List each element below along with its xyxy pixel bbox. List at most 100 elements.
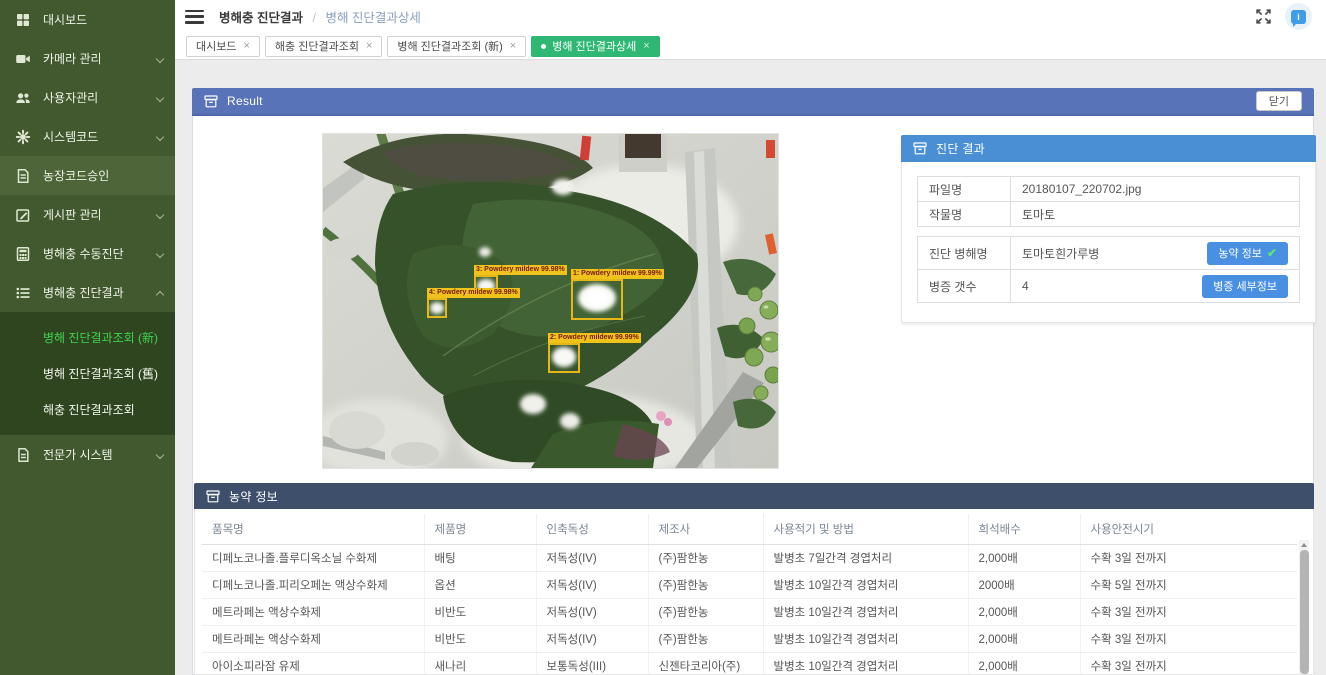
table-cell: 저독성(IV) [536,571,648,598]
active-dot-icon [541,44,546,49]
tab-label: 병해 진단결과상세 [552,38,636,54]
detection-label: 3: Powdery mildew 99.98% [474,265,567,275]
table-cell: 아이소피라잠 유제 [202,652,424,675]
archive-box-icon [206,490,220,503]
pesticide-panel-header: 농약 정보 [194,483,1314,509]
detection-box [571,279,623,320]
sidebar-item-label: 전문가 시스템 [43,446,113,463]
table-row: 병증 갯수4병증 세부정보 [918,270,1300,303]
dashboard-icon [15,12,31,28]
sidebar-item-label: 농장코드승인 [43,167,109,184]
topbar-actions: i [1255,3,1312,30]
sidebar: 대시보드카메라 관리사용자관리시스템코드농장코드승인게시판 관리병해충 수동진단… [0,0,175,675]
table-cell: 저독성(IV) [536,544,648,571]
sidebar-item[interactable]: 대시보드 [0,0,175,39]
tab-close-icon[interactable]: × [366,41,372,52]
breadcrumb-section: 병해충 진단결과 [219,11,303,25]
table-row: 아이소피라잠 유제새나리보통독성(III)신젠타코리아(주)발병초 10일간격 … [202,652,1297,675]
breadcrumb: 병해충 진단결과 / 병해 진단결과상세 [219,7,421,26]
pesticide-info-button[interactable]: 농약 정보✔ [1207,242,1288,265]
symptom-detail-button[interactable]: 병증 세부정보 [1202,275,1288,298]
diagnosis-panel: 진단 결과 파일명20180107_220702.jpg작물명토마토 진단 병해… [901,135,1316,323]
chevron-up-icon [156,290,164,298]
sidebar-subitem[interactable]: 해충 진단결과조회 [0,391,175,427]
topbar: 병해충 진단결과 / 병해 진단결과상세 i [175,0,1326,33]
tab-4[interactable]: 병해 진단결과상세 × [531,36,659,57]
result-panel-body: 1: Powdery mildew 99.99%2: Powdery milde… [192,116,1314,675]
tab-close-icon[interactable]: × [643,41,649,52]
table-header-row: 품목명제품명인축독성제조사사용적기 및 방법희석배수사용안전시기 [202,514,1297,544]
row-label: 작물명 [918,202,1011,227]
tab-close-icon[interactable]: × [510,41,516,52]
sidebar-item[interactable]: 게시판 관리 [0,195,175,234]
table-row: 진단 병해명토마토흰가루병농약 정보✔ [918,237,1300,270]
sidebar-item[interactable]: 농장코드승인 [0,156,175,195]
sidebar-item[interactable]: 사용자관리 [0,78,175,117]
table-cell: 저독성(IV) [536,598,648,625]
table-cell: 비반도 [424,598,536,625]
pesticide-panel: 농약 정보 품목명제품명인축독성제조사사용적기 및 방법희석배수사용안전시기디페… [194,483,1314,675]
system-code-icon [15,129,31,145]
table-cell: (주)팜한농 [648,571,763,598]
board-icon [15,207,31,223]
table-cell: 배팅 [424,544,536,571]
tab-1[interactable]: 대시보드 × [186,36,260,57]
detection-box [427,298,447,318]
content-area: Result 닫기 [175,60,1326,675]
column-header: 사용안전시기 [1080,514,1297,544]
sidebar-item-label: 병해충 진단결과 [43,284,124,301]
sidebar-item[interactable]: 시스템코드 [0,117,175,156]
tab-3[interactable]: 병해 진단결과조회 (新) × [387,36,526,57]
tab-label: 대시보드 [196,38,236,54]
result-panel: Result 닫기 [192,88,1314,675]
sidebar-item[interactable]: 병해충 수동진단 [0,234,175,273]
fullscreen-icon[interactable] [1255,8,1272,25]
row-label: 병증 갯수 [918,270,1011,303]
table-cell: 발병초 10일간격 경엽처리 [763,571,968,598]
tab-label: 병해 진단결과조회 (新) [397,38,502,54]
column-header: 제품명 [424,514,536,544]
table-cell: 디페노코나졸.플루디옥소닐 수화제 [202,544,424,571]
menu-toggle-icon[interactable] [185,10,204,24]
table-cell: 수확 3일 전까지 [1080,598,1297,625]
table-cell: 저독성(IV) [536,625,648,652]
sidebar-subitem[interactable]: 병해 진단결과조회 (舊) [0,355,175,391]
sidebar-item[interactable]: 병해충 진단결과 [0,273,175,312]
sidebar-item[interactable]: 카메라 관리 [0,39,175,78]
table-scrollbar[interactable] [1299,540,1309,674]
sidebar-nav: 대시보드카메라 관리사용자관리시스템코드농장코드승인게시판 관리병해충 수동진단… [0,0,175,474]
sidebar-item-label: 시스템코드 [43,128,98,145]
button-label: 병증 세부정보 [1213,278,1277,294]
row-value: 토마토흰가루병 [1022,245,1099,262]
scroll-up-icon[interactable] [1301,543,1307,547]
detection-box [548,343,580,373]
tab-close-icon[interactable]: × [243,41,249,52]
table-cell: 새나리 [424,652,536,675]
sidebar-item[interactable]: 전문가 시스템 [0,435,175,474]
table-cell: 수확 3일 전까지 [1080,625,1297,652]
table-cell: 발병초 7일간격 경엽처리 [763,544,968,571]
table-cell: 수확 3일 전까지 [1080,544,1297,571]
annotation-layer: 1: Powdery mildew 99.99%2: Powdery milde… [323,134,778,468]
table-row: 메트라페논 액상수화제비반도저독성(IV)(주)팜한농발병초 10일간격 경엽처… [202,598,1297,625]
sidebar-subitem[interactable]: 병해 진단결과조회 (新) [0,319,175,355]
chevron-down-icon [156,54,164,62]
detection-label: 4: Powdery mildew 99.98% [427,288,520,298]
scrollbar-thumb[interactable] [1300,550,1309,674]
result-panel-title: Result [227,94,263,108]
table-cell: 디페노코나졸.피리오페논 액상수화제 [202,571,424,598]
row-value-cell: 토마토흰가루병 농약 정보✔ [1011,237,1300,270]
table-row: 디페노코나졸.피리오페논 액상수화제옵션저독성(IV)(주)팜한농발병초 10일… [202,571,1297,598]
farm-code-icon [15,168,31,184]
archive-box-icon [204,95,218,108]
diagnosis-detail-table: 진단 병해명토마토흰가루병농약 정보✔병증 갯수4병증 세부정보 [917,236,1300,303]
table-cell: 메트라페논 액상수화제 [202,625,424,652]
diagnosis-card: 파일명20180107_220702.jpg작물명토마토 진단 병해명토마토흰가… [901,162,1316,323]
chevron-down-icon [156,210,164,218]
tab-2[interactable]: 해충 진단결과조회× [265,36,382,57]
result-panel-header: Result 닫기 [192,88,1314,116]
info-bubble-icon[interactable]: i [1285,3,1312,30]
users-icon [15,90,31,106]
table-cell: 발병초 10일간격 경엽처리 [763,652,968,675]
close-button[interactable]: 닫기 [1256,91,1302,111]
